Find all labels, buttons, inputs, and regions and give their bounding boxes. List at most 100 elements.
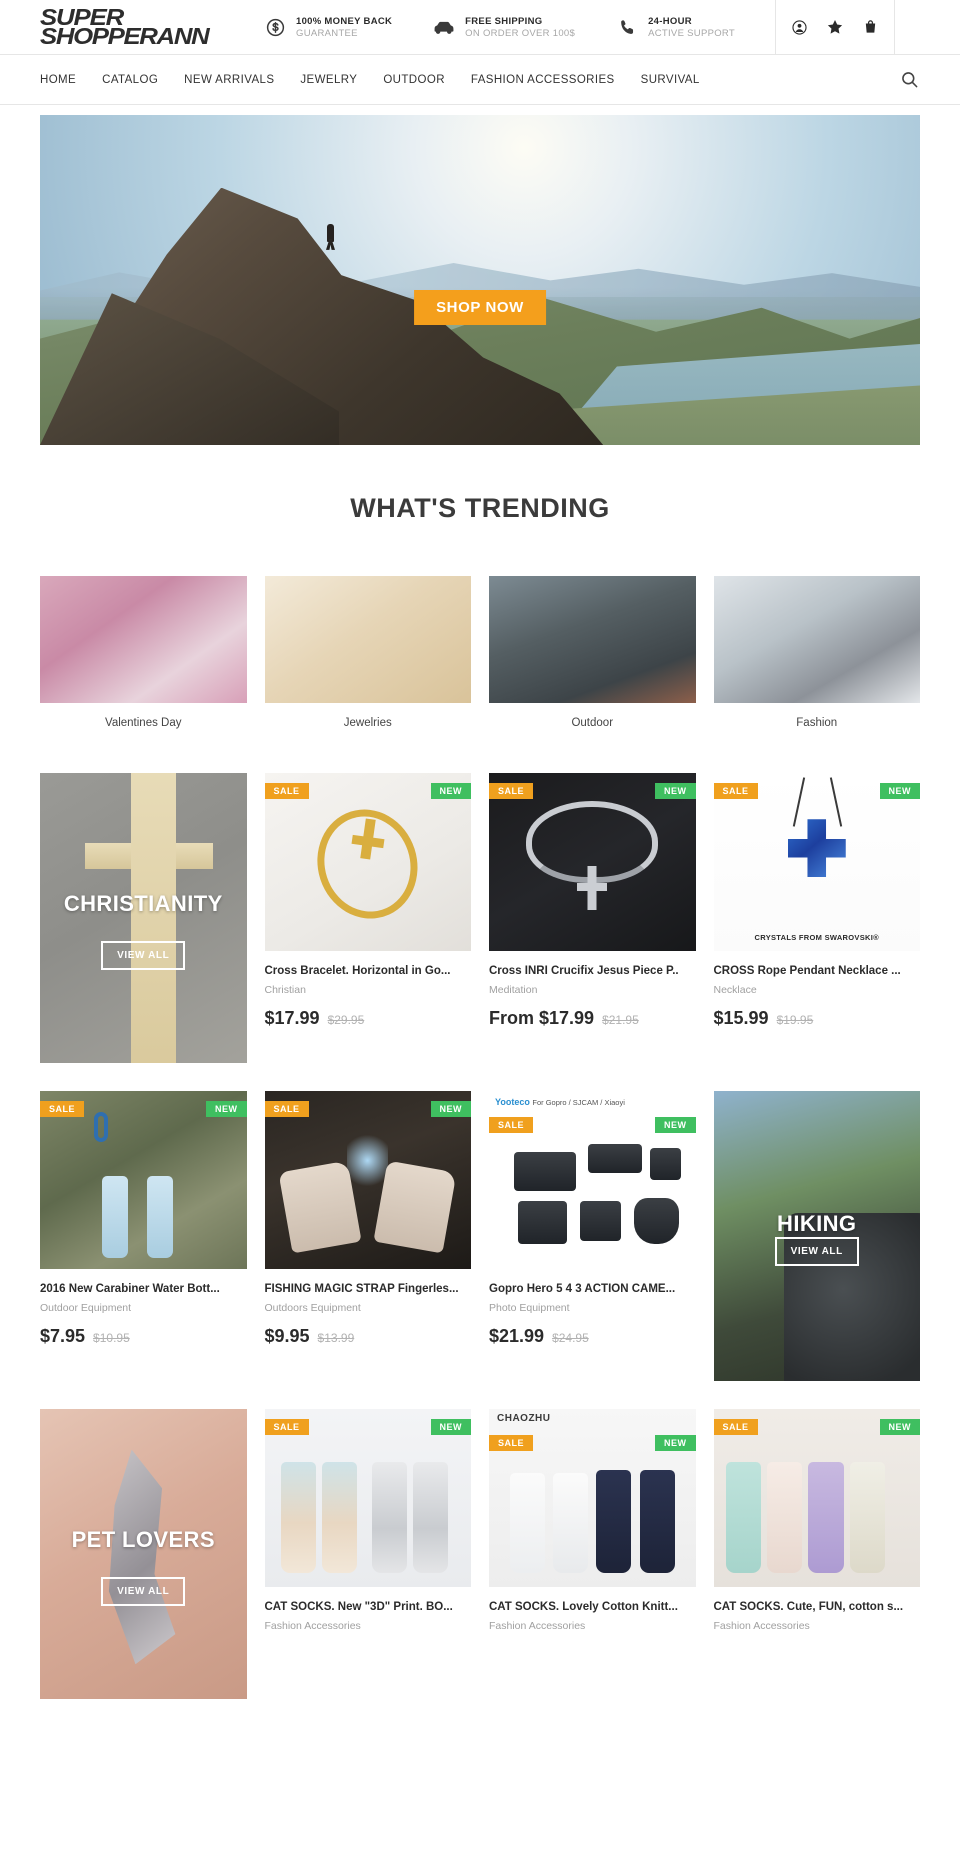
product-price: $15.99 [713,1008,769,1028]
product-price: From $17.99 [489,1008,595,1028]
product-card[interactable]: SALE NEW FISHING MAGIC STRAP Fingerles..… [264,1091,472,1381]
product-image: SALE NEW [713,1409,920,1587]
sale-badge: SALE [264,1419,309,1435]
product-card[interactable]: SALE NEW Cross INRI Crucifix Jesus Piece… [489,773,696,1063]
product-price: $9.95 [264,1326,310,1346]
nav-item-jewelry[interactable]: JEWELRY [300,74,357,86]
product-price: $7.95 [40,1326,86,1346]
nav-item-fashion-accessories[interactable]: FASHION ACCESSORIES [471,74,615,86]
led-beam-shape [347,1130,389,1191]
product-card[interactable]: SALE NEW CAT SOCKS. Cute, FUN, cotton s.… [713,1409,920,1699]
sock-shape [509,1473,545,1573]
collection-tile-pet-lovers[interactable]: PET LOVERS VIEW ALL [40,1409,247,1699]
product-title: Cross INRI Crucifix Jesus Piece P.. [489,965,679,977]
trending-thumbnail [40,576,247,703]
trending-card-outdoor[interactable]: Outdoor [489,576,696,729]
cross-horizontal-shape [577,883,608,892]
collection-title: PET LOVERS [71,1527,215,1552]
nav-item-new-arrivals[interactable]: NEW ARRIVALS [184,74,274,86]
product-vendor: Outdoors Equipment [264,1302,361,1314]
gopro-accessory-shape [513,1151,576,1191]
nav-item-catalog[interactable]: CATALOG [102,74,158,86]
promo-strip: 100% MONEY BACK GUARANTEE FREE SHIPPING … [255,0,775,54]
sock-shape [553,1473,589,1573]
product-image: SALE NEW CRYSTALS FROM SWAROVSKI® [713,773,920,951]
brand-compat: For Gopro / SJCAM / Xiaoyi [532,1098,625,1107]
product-price-group: $9.95 $13.99 [265,1326,472,1347]
nav-item-survival[interactable]: SURVIVAL [641,74,700,86]
view-all-button[interactable]: VIEW ALL [774,1237,859,1266]
sale-badge: SALE [489,1435,534,1451]
product-card[interactable]: CHAOZHU SALE NEW CAT SOCKS. Lovely Cotto… [489,1409,696,1699]
product-price-group: $17.99 $29.95 [265,1008,472,1029]
nav-list: HOME CATALOG NEW ARRIVALS JEWELRY OUTDOO… [40,74,900,86]
product-image: SALE NEW [40,1091,247,1269]
product-compare-price: $29.95 [327,1013,365,1027]
product-price-group: $21.99 $24.95 [489,1326,696,1347]
water-bottle-shape [147,1176,174,1259]
collection-tile-christianity[interactable]: CHRISTIANITY VIEW ALL [40,773,247,1063]
product-card[interactable]: SALE NEW CAT SOCKS. New "3D" Print. BO..… [264,1409,471,1699]
new-badge: NEW [879,783,920,799]
product-image: SALE NEW Yooteco For Gopro / SJCAM / Xia… [489,1091,696,1269]
logo-line-2: SHOPPERANN [40,23,210,49]
promo-title: FREE SHIPPING [465,15,543,27]
hero-banner[interactable]: SHOP NOW [40,115,920,445]
product-price: $21.99 [489,1326,545,1346]
view-all-button[interactable]: VIEW ALL [101,1577,186,1606]
product-compare-price: $13.99 [317,1331,355,1345]
product-card[interactable]: SALE NEW CRYSTALS FROM SWAROVSKI® CROSS … [713,773,920,1063]
product-image: SALE NEW [264,1091,471,1269]
trending-card-fashion[interactable]: Fashion [713,576,920,729]
trending-label: Jewelries [343,717,392,729]
header-account-icons [775,0,895,54]
cord-right-shape [830,776,843,827]
image-brand-caption: Yooteco For Gopro / SJCAM / Xiaoyi [489,1097,696,1107]
new-badge: NEW [879,1419,920,1435]
sock-shape [413,1462,449,1573]
search-icon[interactable] [900,70,920,90]
trending-label: Outdoor [571,717,614,729]
brand-name: Yooteco [495,1097,530,1107]
product-card[interactable]: SALE NEW Cross Bracelet. Horizontal in G… [264,773,472,1063]
water-bottle-shape [101,1176,128,1259]
product-title: FISHING MAGIC STRAP Fingerles... [264,1283,459,1295]
product-card[interactable]: SALE NEW Yooteco For Gopro / SJCAM / Xia… [489,1091,696,1381]
sock-shape [639,1469,675,1573]
collection-title: HIKING [777,1211,857,1236]
product-image: SALE NEW [489,773,696,951]
product-title: CAT SOCKS. Lovely Cotton Knitt... [489,1601,678,1613]
product-price-group: From $17.99 $21.95 [489,1008,696,1029]
wishlist-star-icon[interactable] [826,18,844,36]
promo-free-shipping: FREE SHIPPING ON ORDER OVER 100$ [432,15,575,39]
nav-item-outdoor[interactable]: OUTDOOR [383,74,445,86]
product-row-outdoor: SALE NEW 2016 New Carabiner Water Bott..… [0,1091,960,1381]
product-vendor: Outdoor Equipment [40,1302,132,1314]
promo-money-back: 100% MONEY BACK GUARANTEE [263,15,392,39]
product-image: SALE NEW [264,1409,471,1587]
trending-card-valentines[interactable]: Valentines Day [40,576,247,729]
sock-shape [281,1462,317,1573]
collection-tile-hiking[interactable]: HIKING VIEW ALL [713,1091,920,1381]
cart-bag-icon[interactable] [862,18,879,36]
promo-subtitle: ACTIVE SUPPORT [648,27,735,39]
trending-thumbnail [489,576,696,703]
product-card[interactable]: SALE NEW 2016 New Carabiner Water Bott..… [40,1091,247,1381]
new-badge: NEW [206,1101,247,1117]
promo-title: 24-HOUR [648,15,692,27]
top-header-bar: SUPER SHOPPERANN 100% MONEY BACK GUARANT… [0,0,960,55]
gopro-accessory-shape [517,1201,568,1245]
site-logo[interactable]: SUPER SHOPPERANN [0,0,255,54]
product-title: CAT SOCKS. Cute, FUN, cotton s... [713,1601,904,1613]
carabiner-clip-shape [93,1112,108,1143]
nav-item-home[interactable]: HOME [40,74,76,86]
sale-badge: SALE [264,1101,309,1117]
shop-now-button[interactable]: SHOP NOW [414,289,546,325]
account-icon[interactable] [791,19,808,36]
promo-title: 100% MONEY BACK [296,15,393,27]
trending-card-jewelries[interactable]: Jewelries [264,576,471,729]
sale-badge: SALE [489,783,534,799]
new-badge: NEW [430,783,471,799]
view-all-button[interactable]: VIEW ALL [101,941,186,970]
product-compare-price: $19.95 [776,1013,814,1027]
